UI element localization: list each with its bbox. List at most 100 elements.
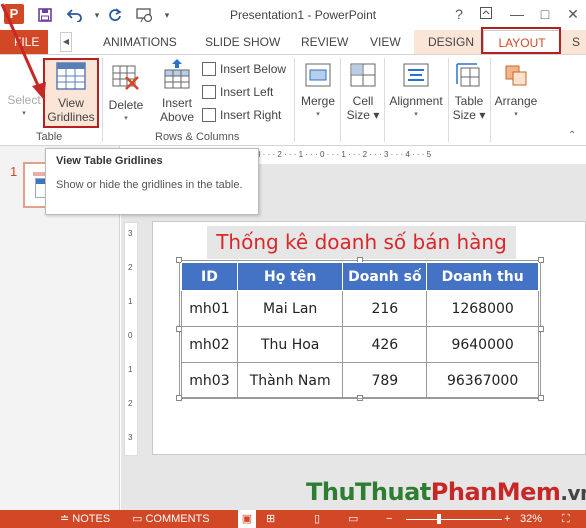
slideshow-view-icon[interactable]: ▭ (348, 510, 358, 528)
table-cell[interactable]: 96367000 (426, 362, 539, 399)
table-cell[interactable]: mh01 (181, 290, 238, 327)
insert-below-button[interactable]: Insert Below (202, 59, 286, 79)
table-cell[interactable]: 9640000 (426, 326, 539, 363)
group-separator (294, 58, 295, 142)
alignment-label: Alignment (389, 94, 443, 108)
tab-view[interactable]: VIEW (370, 30, 401, 54)
insert-right-label: Insert Right (220, 108, 282, 122)
tab-overflow[interactable]: S (572, 30, 580, 54)
tab-animations[interactable]: ANIMATIONS (103, 30, 177, 54)
watermark-part: ThuThuat (306, 478, 431, 506)
zoom-out-button[interactable]: − (386, 510, 392, 528)
normal-view-icon[interactable]: ▣ (238, 510, 256, 528)
table-cell[interactable]: 789 (342, 362, 428, 399)
delete-button[interactable]: Delete ▾ (106, 62, 146, 126)
insert-left-button[interactable]: Insert Left (202, 82, 273, 102)
zoom-slider[interactable] (406, 519, 502, 520)
merge-label: Merge (300, 94, 335, 108)
horizontal-ruler: 3 · · · 2 · · · 1 · · · 0 · · · 1 · · · … (256, 150, 432, 159)
watermark-part: PhanMem (430, 478, 561, 506)
table-cell[interactable]: mh03 (181, 362, 238, 399)
zoom-in-button[interactable]: + (504, 510, 510, 528)
tab-review[interactable]: REVIEW (301, 30, 348, 54)
group-separator (102, 58, 103, 142)
ruler-tick: 3 (128, 433, 133, 442)
insert-below-label: Insert Below (220, 62, 287, 76)
sales-table[interactable]: ID Họ tên Doanh số Doanh thu mh01 Mai La… (181, 262, 539, 399)
red-arrow-annotation (0, 3, 46, 100)
table-header-cell[interactable]: ID (181, 262, 238, 291)
table-header-cell[interactable]: Doanh số (342, 262, 428, 291)
table-cell[interactable]: 426 (342, 326, 428, 363)
layout-tab-highlight-box (481, 27, 561, 54)
arrange-icon (492, 62, 540, 91)
group-label-table: Table (36, 131, 63, 143)
table-header-row: ID Họ tên Doanh số Doanh thu (181, 262, 539, 291)
help-button[interactable]: ? (448, 3, 470, 25)
insert-left-label: Insert Left (220, 85, 274, 99)
insert-below-icon (202, 61, 216, 76)
tooltip-title: View Table Gridlines (56, 155, 163, 167)
insert-above-button[interactable]: Insert Above (156, 58, 198, 124)
merge-button[interactable]: Merge ▾ (298, 62, 338, 122)
table-cell[interactable]: Thành Nam (236, 362, 344, 399)
table-header-cell[interactable]: Họ tên (236, 262, 344, 291)
cell-size-button[interactable]: Cell Size ▾ (343, 62, 383, 122)
tab-slide-show[interactable]: SLIDE SHOW (205, 30, 280, 54)
zoom-level[interactable]: 32% (520, 510, 542, 528)
watermark-part: .vn (560, 481, 586, 505)
view-gridlines-label-line2: Gridlines (47, 110, 95, 124)
table-cell[interactable]: Thu Hoa (236, 326, 344, 363)
title-bar: P ▾ ▾ Presentation1 - PowerPoint ? — □ ✕ (0, 0, 586, 30)
ribbon-display-options-button[interactable] (475, 3, 497, 25)
group-separator (384, 58, 385, 142)
table-cell[interactable]: 1268000 (426, 290, 539, 327)
insert-above-label-line1: Insert (161, 96, 192, 110)
chevron-down-icon: ▾ (514, 111, 518, 118)
group-separator (448, 58, 449, 142)
window-title: Presentation1 - PowerPoint (230, 8, 377, 22)
close-button[interactable]: ✕ (562, 3, 584, 25)
redo-icon[interactable] (104, 4, 126, 26)
table-cell[interactable]: 216 (342, 290, 428, 327)
delete-table-icon (106, 62, 146, 95)
minimize-button[interactable]: — (506, 3, 528, 25)
ruler-tick: 2 (128, 263, 133, 272)
table-cell[interactable]: mh02 (181, 326, 238, 363)
fit-slide-icon[interactable]: ⛶ (562, 510, 570, 528)
tab-scroll-left-button[interactable]: ◀ (60, 32, 72, 52)
collapse-ribbon-icon[interactable]: ⌃ (568, 126, 576, 146)
notes-button[interactable]: ≐ NOTES (60, 510, 110, 528)
arrange-label: Arrange (494, 94, 538, 108)
insert-left-icon (202, 84, 216, 99)
comments-button[interactable]: ▭ COMMENTS (132, 510, 210, 528)
status-bar: ≐ NOTES ▭ COMMENTS ▣ ⊞ ▯ ▭ − + 32% ⛶ (0, 510, 586, 528)
slide-title[interactable]: Thống kê doanh số bán hàng (207, 226, 516, 259)
table-cell[interactable]: Mai Lan (236, 290, 344, 327)
cell-size-icon (343, 62, 383, 91)
insert-above-label-line2: Above (159, 110, 195, 124)
undo-icon[interactable] (64, 4, 86, 26)
group-label-rows-columns: Rows & Columns (155, 131, 240, 143)
reading-view-icon[interactable]: ▯ (314, 510, 320, 528)
insert-right-button[interactable]: Insert Right (202, 105, 281, 125)
chevron-down-icon: ▾ (316, 111, 320, 118)
slide-sorter-icon[interactable]: ⊞ (266, 510, 275, 528)
arrange-button[interactable]: Arrange ▾ (492, 62, 540, 122)
cell-size-label-line2: Size ▾ (346, 108, 380, 122)
cell-size-label-line1: Cell (352, 94, 374, 108)
alignment-button[interactable]: Alignment ▾ (386, 62, 446, 122)
tab-design[interactable]: DESIGN (428, 30, 474, 54)
delete-label: Delete (108, 98, 144, 112)
start-slideshow-icon[interactable] (134, 4, 156, 26)
ruler-tick: 2 (128, 399, 133, 408)
tooltip-description: Show or hide the gridlines in the table. (56, 179, 243, 191)
table-header-cell[interactable]: Doanh thu (426, 262, 539, 291)
maximize-button[interactable]: □ (534, 3, 556, 25)
insert-right-icon (202, 107, 216, 122)
ruler-tick: 0 (128, 331, 133, 340)
customize-qat-icon[interactable]: ▾ (156, 4, 178, 26)
table-size-button[interactable]: Table Size ▾ (450, 62, 488, 122)
zoom-slider-thumb[interactable] (437, 514, 441, 524)
chevron-down-icon: ▾ (124, 115, 128, 122)
